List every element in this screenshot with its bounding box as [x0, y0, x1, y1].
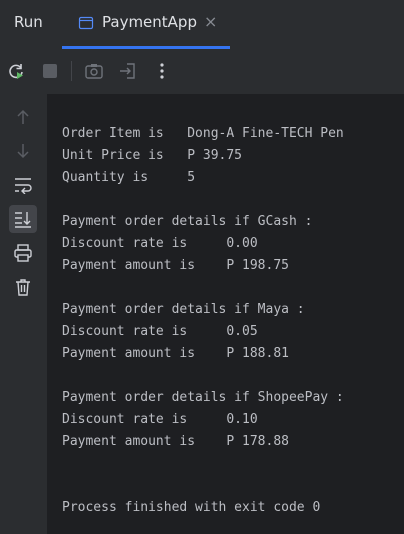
application-window-icon [78, 15, 94, 31]
console-line: . [62, 94, 70, 97]
restore-layout-icon[interactable] [118, 61, 138, 81]
console-line: Process finished with exit code 0 [62, 500, 321, 515]
console-line: Payment order details if GCash : [62, 214, 313, 229]
soft-wrap-icon[interactable] [12, 174, 34, 196]
stop-icon[interactable] [40, 61, 60, 81]
console-line: Discount rate is 0.00 [62, 236, 258, 251]
rerun-icon[interactable] [6, 61, 26, 81]
run-tool-window-title: Run [14, 13, 43, 31]
more-options-icon[interactable] [152, 61, 172, 81]
console-text: . Order Item is Dong-A Fine-TECH Pen Uni… [62, 94, 344, 519]
console-line: Payment amount is P 198.75 [62, 258, 289, 273]
close-icon[interactable]: × [204, 12, 217, 31]
tab-paymentapp[interactable]: PaymentApp × [62, 0, 230, 49]
console-line: Payment amount is P 178.88 [62, 434, 289, 449]
console-sidebar [0, 94, 47, 534]
toolbar-divider [71, 61, 72, 81]
console-line: Payment order details if Maya : [62, 302, 305, 317]
console-line: Order Item is Dong-A Fine-TECH Pen [62, 126, 344, 141]
scroll-to-end-icon[interactable] [9, 205, 37, 233]
console-line: Payment order details if ShopeePay : [62, 390, 344, 405]
console-line: Unit Price is P 39.75 [62, 148, 243, 163]
up-arrow-icon[interactable] [12, 106, 34, 128]
tab-title: PaymentApp [102, 13, 197, 31]
console-line: Discount rate is 0.10 [62, 412, 258, 427]
console-output[interactable]: . Order Item is Dong-A Fine-TECH Pen Uni… [47, 94, 404, 534]
console-line: Quantity is 5 [62, 170, 196, 185]
trash-icon[interactable] [12, 276, 34, 298]
console-line: Payment amount is P 188.81 [62, 346, 289, 361]
console-line: Discount rate is 0.05 [62, 324, 258, 339]
run-toolbar [0, 49, 404, 94]
down-arrow-icon[interactable] [12, 140, 34, 162]
camera-icon[interactable] [84, 61, 104, 81]
tab-bar: Run PaymentApp × [0, 0, 404, 49]
print-icon[interactable] [12, 242, 34, 264]
